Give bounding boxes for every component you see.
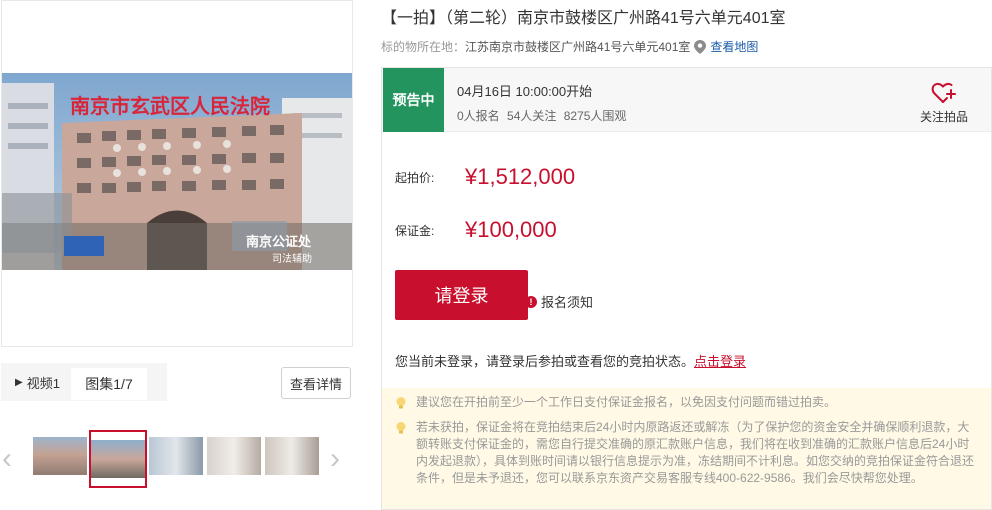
thumbnail[interactable] — [207, 437, 261, 477]
location-address: 江苏南京市鼓楼区广州路41号六单元401室 — [465, 40, 691, 54]
tip-text: 建议您在开拍前至少一个工作日支付保证金报名，以免因支付问题而错过拍卖。 — [416, 395, 837, 409]
status-bar: 预告中 04月16日 10:00:00开始 0人报名 54人关注 8275人围观… — [382, 68, 991, 132]
thumbnail-active[interactable] — [89, 430, 147, 488]
login-button[interactable]: 请登录 — [395, 270, 528, 320]
court-watermark-text: 南京市玄武区人民法院 — [70, 94, 270, 118]
signup-count: 0人报名 — [457, 109, 500, 123]
tab-gallery[interactable]: 图集1/7 — [71, 367, 147, 400]
deposit-row: 保证金: ¥100,000 — [395, 217, 557, 243]
start-price-row: 起拍价: ¥1,512,000 — [395, 164, 575, 190]
start-price-label: 起拍价: — [395, 170, 435, 185]
thumbnail[interactable] — [149, 437, 203, 477]
location-row: 标的物所在地： 江苏南京市鼓楼区广州路41号六单元401室 查看地图 — [381, 38, 758, 55]
signup-notice-link[interactable]: ! 报名须知 — [525, 292, 593, 311]
auction-stats: 0人报名 54人关注 8275人围观 — [457, 107, 630, 124]
signup-notice-label: 报名须知 — [541, 295, 594, 310]
tab-video[interactable]: ▶ 视频1 — [1, 363, 71, 401]
location-label: 标的物所在地： — [381, 40, 466, 54]
click-login-link[interactable]: 点击登录 — [694, 354, 746, 369]
start-time: 04月16日 10:00:00开始 — [457, 84, 593, 99]
tip-text: 若未获拍，保证金将在竞拍结束后24小时内原路返还或解冻（为了保护您的资金安全并确… — [416, 420, 975, 485]
viewer-count: 8275人围观 — [563, 109, 627, 123]
view-details-button[interactable]: 查看详情 — [281, 367, 351, 399]
brand-watermark-sub: 司法辅助 — [272, 252, 312, 265]
deposit-label: 保证金: — [395, 223, 435, 238]
deposit-value: ¥100,000 — [465, 217, 557, 242]
view-map-link[interactable]: 查看地图 — [710, 38, 758, 55]
tab-video-label: 视频1 — [26, 375, 60, 391]
start-price-value: ¥1,512,000 — [465, 164, 576, 189]
status-badge: 预告中 — [383, 68, 444, 132]
alert-icon: ! — [525, 295, 537, 308]
tab-gallery-label: 图集1/7 — [85, 375, 133, 392]
follower-count: 54人关注 — [507, 109, 557, 123]
brand-watermark-text: 南京公证处 — [246, 234, 312, 249]
chevron-right-icon[interactable]: › — [330, 444, 340, 474]
heart-plus-icon — [931, 82, 956, 103]
tip-item: 若未获拍，保证金将在竞拍结束后24小时内原路返还或解冻（为了保护您的资金安全并确… — [394, 419, 979, 487]
follow-item-label: 关注拍品 — [919, 110, 968, 124]
auction-title: 【一拍】（第二轮）南京市鼓楼区广州路41号六单元401室 — [381, 10, 786, 27]
tip-item: 建议您在开拍前至少一个工作日支付保证金报名，以免因支付问题而错过拍卖。 — [394, 394, 979, 411]
thumbnail[interactable] — [265, 437, 319, 477]
map-pin-icon — [694, 39, 707, 54]
thumbnail-strip: ‹ › — [0, 430, 354, 488]
media-tabs: ▶ 视频1 图集1/7 — [1, 363, 167, 401]
chevron-left-icon[interactable]: ‹ — [2, 444, 12, 474]
auction-card: 预告中 04月16日 10:00:00开始 0人报名 54人关注 8275人围观… — [381, 67, 992, 510]
thumbnail[interactable] — [33, 437, 87, 477]
tips-panel: 建议您在开拍前至少一个工作日支付保证金报名，以免因支付问题而错过拍卖。 若未获拍… — [382, 388, 991, 509]
lightbulb-icon — [396, 397, 406, 409]
main-property-photo[interactable]: 南京市玄武区人民法院 南京公证处 司法辅助 — [2, 73, 352, 270]
follow-item-button[interactable]: 关注拍品 — [912, 82, 976, 125]
login-hint: 您当前未登录，请登录后参拍或查看您的竞拍状态。点击登录 — [395, 351, 746, 370]
login-hint-text: 您当前未登录，请登录后参拍或查看您的竞拍状态。 — [395, 354, 695, 369]
lightbulb-icon — [396, 422, 406, 434]
play-icon: ▶ — [15, 376, 23, 388]
